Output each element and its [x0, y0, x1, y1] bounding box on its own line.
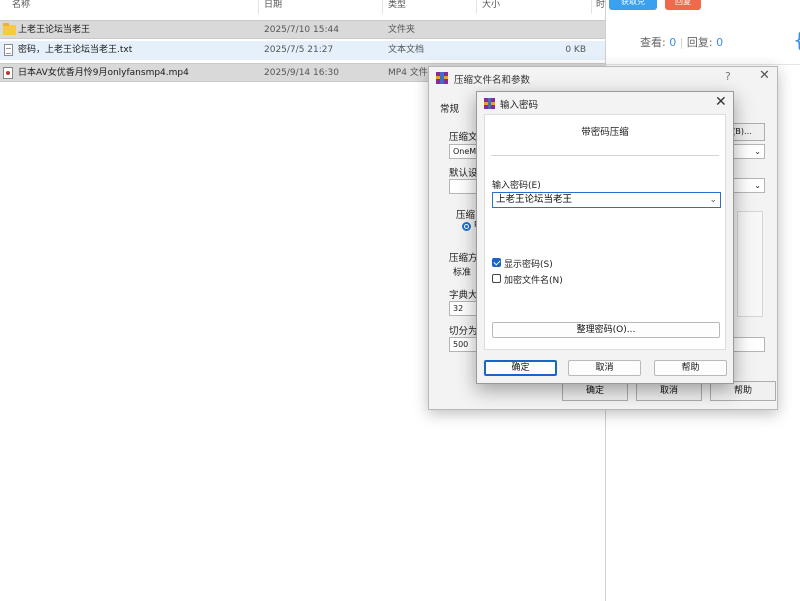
text-file-icon — [4, 44, 13, 56]
file-row-txt[interactable]: 密码，上老王论坛当老王.txt 2025/7/5 21:27 文本文档 0 KB — [0, 41, 605, 60]
ok-button[interactable]: 确定 — [562, 381, 628, 401]
column-header-name[interactable]: 名称 — [12, 0, 30, 13]
file-date: 2025/9/14 16:30 — [264, 68, 339, 78]
replies-count: 0 — [716, 36, 724, 49]
chevron-down-icon[interactable]: ⌄ — [709, 193, 717, 207]
split-volumes-label: 切分为 — [449, 326, 478, 337]
options-group — [737, 211, 763, 317]
column-divider — [258, 0, 259, 14]
column-divider — [591, 0, 592, 14]
password-field[interactable] — [729, 337, 765, 352]
help-question-icon[interactable]: ? — [725, 70, 731, 83]
dictionary-size-field[interactable]: 32 — [449, 301, 479, 316]
dialog-heading: 带密码压缩 — [581, 127, 629, 138]
enter-password-label: 输入密码(E) — [492, 181, 541, 191]
get-link-button[interactable]: 获取兑 — [609, 0, 657, 10]
divider — [491, 155, 719, 156]
help-button[interactable]: 帮助 — [710, 381, 776, 401]
help-button[interactable]: 帮助 — [654, 360, 727, 376]
password-value: 上老王论坛当老王 — [496, 194, 573, 205]
views-label: 查看: — [640, 36, 666, 49]
dialog-title: 输入密码 — [500, 100, 539, 111]
file-name: 上老王论坛当老王 — [18, 25, 91, 35]
file-size: 0 KB — [565, 45, 586, 55]
reply-button[interactable]: 回复 — [665, 0, 701, 10]
dialog-title: 压缩文件名和参数 — [454, 75, 531, 86]
folder-icon — [3, 23, 16, 35]
archive-format-label: 压缩 — [456, 210, 476, 221]
split-volumes-field[interactable]: 500 — [449, 337, 479, 352]
column-divider — [382, 0, 383, 14]
organize-passwords-button[interactable]: 整理密码(O)... — [492, 322, 720, 338]
compression-method-value[interactable]: 标准 — [453, 265, 471, 278]
password-panel: 带密码压缩 输入密码(E) 上老王论坛当老王 ⌄ 显示密码(S) 加密文件名(N… — [484, 114, 726, 350]
enter-password-dialog: 输入密码 ✕ 带密码压缩 输入密码(E) 上老王论坛当老王 ⌄ 显示密码(S) … — [476, 91, 734, 384]
dialog-titlebar[interactable]: 输入密码 ✕ — [477, 92, 733, 114]
cancel-button[interactable]: 取消 — [636, 381, 702, 401]
winrar-icon — [484, 98, 495, 109]
file-date: 2025/7/10 15:44 — [264, 25, 339, 35]
file-date: 2025/7/5 21:27 — [264, 45, 334, 55]
video-file-icon — [3, 67, 13, 79]
file-type: MP4 文件 — [388, 68, 428, 78]
replies-label: 回复: — [686, 36, 713, 49]
compression-method-label: 压缩方 — [449, 253, 478, 264]
file-row-folder[interactable]: 上老王论坛当老王 2025/7/10 15:44 文件夹 — [0, 20, 605, 39]
column-header-date[interactable]: 日期 — [264, 0, 282, 13]
tab-general[interactable]: 常规 — [440, 101, 459, 115]
column-header-extra[interactable]: 时 — [596, 0, 605, 13]
post-stats: 查看: 0 | 回复: 0 — [640, 36, 724, 49]
file-name: 日本AV女优香月怜9月onlyfansmp4.mp4 — [18, 68, 189, 78]
brace-icon: { — [793, 28, 800, 52]
winrar-icon — [436, 72, 448, 84]
show-password-label[interactable]: 显示密码(S) — [504, 257, 553, 270]
column-header-size[interactable]: 大小 — [482, 0, 500, 13]
chevron-down-icon: ⌄ — [754, 181, 761, 190]
cancel-button[interactable]: 取消 — [568, 360, 641, 376]
default-profile-label: 默认设 — [449, 168, 478, 179]
encrypt-filenames-label[interactable]: 加密文件名(N) — [504, 273, 563, 286]
divider — [606, 64, 800, 65]
password-input[interactable]: 上老王论坛当老王 ⌄ — [492, 192, 721, 208]
dictionary-size-label: 字典大 — [449, 290, 478, 301]
archive-name-label: 压缩文 — [449, 132, 478, 143]
format-radio[interactable] — [462, 222, 471, 231]
column-header-type[interactable]: 类型 — [388, 0, 406, 13]
file-type: 文件夹 — [388, 25, 416, 35]
encrypt-filenames-checkbox[interactable] — [492, 274, 501, 283]
update-mode-select[interactable]: ⌄ — [729, 144, 765, 159]
ok-button[interactable]: 确定 — [484, 360, 557, 376]
file-name: 密码，上老王论坛当老王.txt — [18, 45, 133, 55]
close-icon[interactable]: ✕ — [715, 94, 727, 110]
chevron-down-icon: ⌄ — [754, 147, 761, 156]
views-count: 0 — [669, 36, 677, 49]
show-password-checkbox[interactable] — [492, 258, 501, 267]
file-type: 文本文档 — [388, 45, 425, 55]
close-icon[interactable]: ✕ — [759, 68, 770, 83]
column-divider — [476, 0, 477, 14]
options-select[interactable]: ⌄ — [729, 178, 765, 193]
profiles-button[interactable] — [449, 179, 479, 194]
